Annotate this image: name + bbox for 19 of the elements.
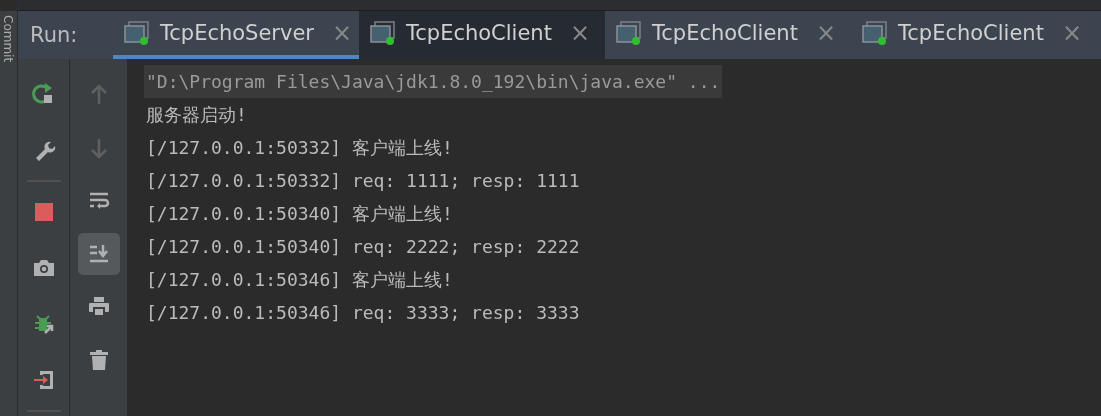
close-tab-button[interactable]: ×	[1057, 19, 1086, 47]
close-tab-button[interactable]: ×	[811, 19, 840, 47]
console-window-icon	[370, 21, 396, 45]
run-label: Run:	[30, 23, 78, 47]
console-output-line: [/127.0.0.1:50346] 客户端上线!	[146, 268, 453, 292]
close-tab-button[interactable]: ×	[565, 19, 594, 47]
console-output-line: [/127.0.0.1:50332] req: 1111; resp: 1111	[146, 169, 580, 193]
console-output-line: 服务器启动!	[146, 103, 247, 127]
exit-icon	[31, 368, 56, 392]
commit-tab[interactable]: Commit	[1, 15, 15, 63]
console-output-line: [/127.0.0.1:50332] 客户端上线!	[146, 136, 453, 160]
run-tab[interactable]: TcpEchoClient ×	[359, 11, 605, 59]
close-tab-button[interactable]: ×	[328, 19, 357, 47]
console-window-icon	[862, 21, 888, 45]
console-window-icon	[616, 21, 642, 45]
console-output-line: [/127.0.0.1:50340] 客户端上线!	[146, 202, 453, 226]
console-window-icon	[124, 21, 150, 45]
console-output-line: [/127.0.0.1:50340] req: 2222; resp: 2222	[146, 235, 580, 259]
console-output-line: [/127.0.0.1:50346] req: 3333; resp: 3333	[146, 301, 580, 325]
